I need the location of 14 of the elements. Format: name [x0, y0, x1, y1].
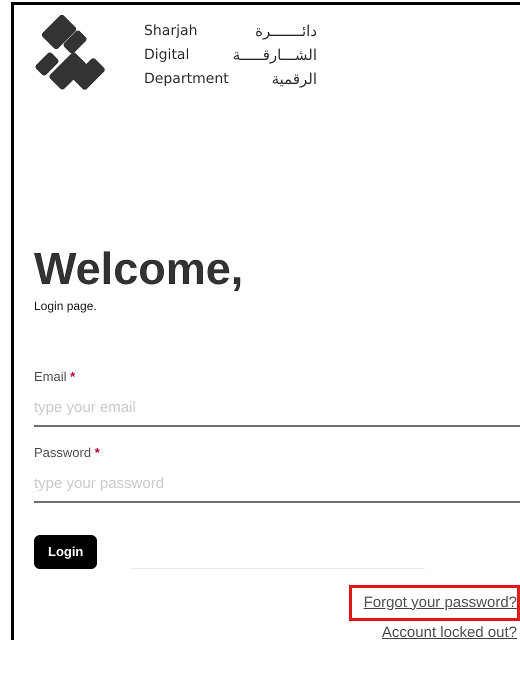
welcome-heading: Welcome, [34, 245, 244, 293]
logo-text: Digital [144, 46, 190, 65]
logo-text: Department [144, 70, 229, 89]
field-label: Email [34, 369, 67, 384]
link[interactable]: Forgot your password? [348, 584, 520, 621]
required-mark: * [94, 445, 100, 460]
logo-text: الرقمية [270, 69, 318, 90]
login-button[interactable]: Login [34, 535, 98, 568]
logo-text: دائـــــــرة [254, 21, 318, 42]
logo-text: الشـــارقـــــة [232, 45, 318, 66]
subheading: Login page. [34, 298, 98, 315]
required-mark: * [70, 369, 76, 384]
logo-text: Sharjah [144, 22, 198, 41]
field-label: Password [34, 445, 92, 460]
